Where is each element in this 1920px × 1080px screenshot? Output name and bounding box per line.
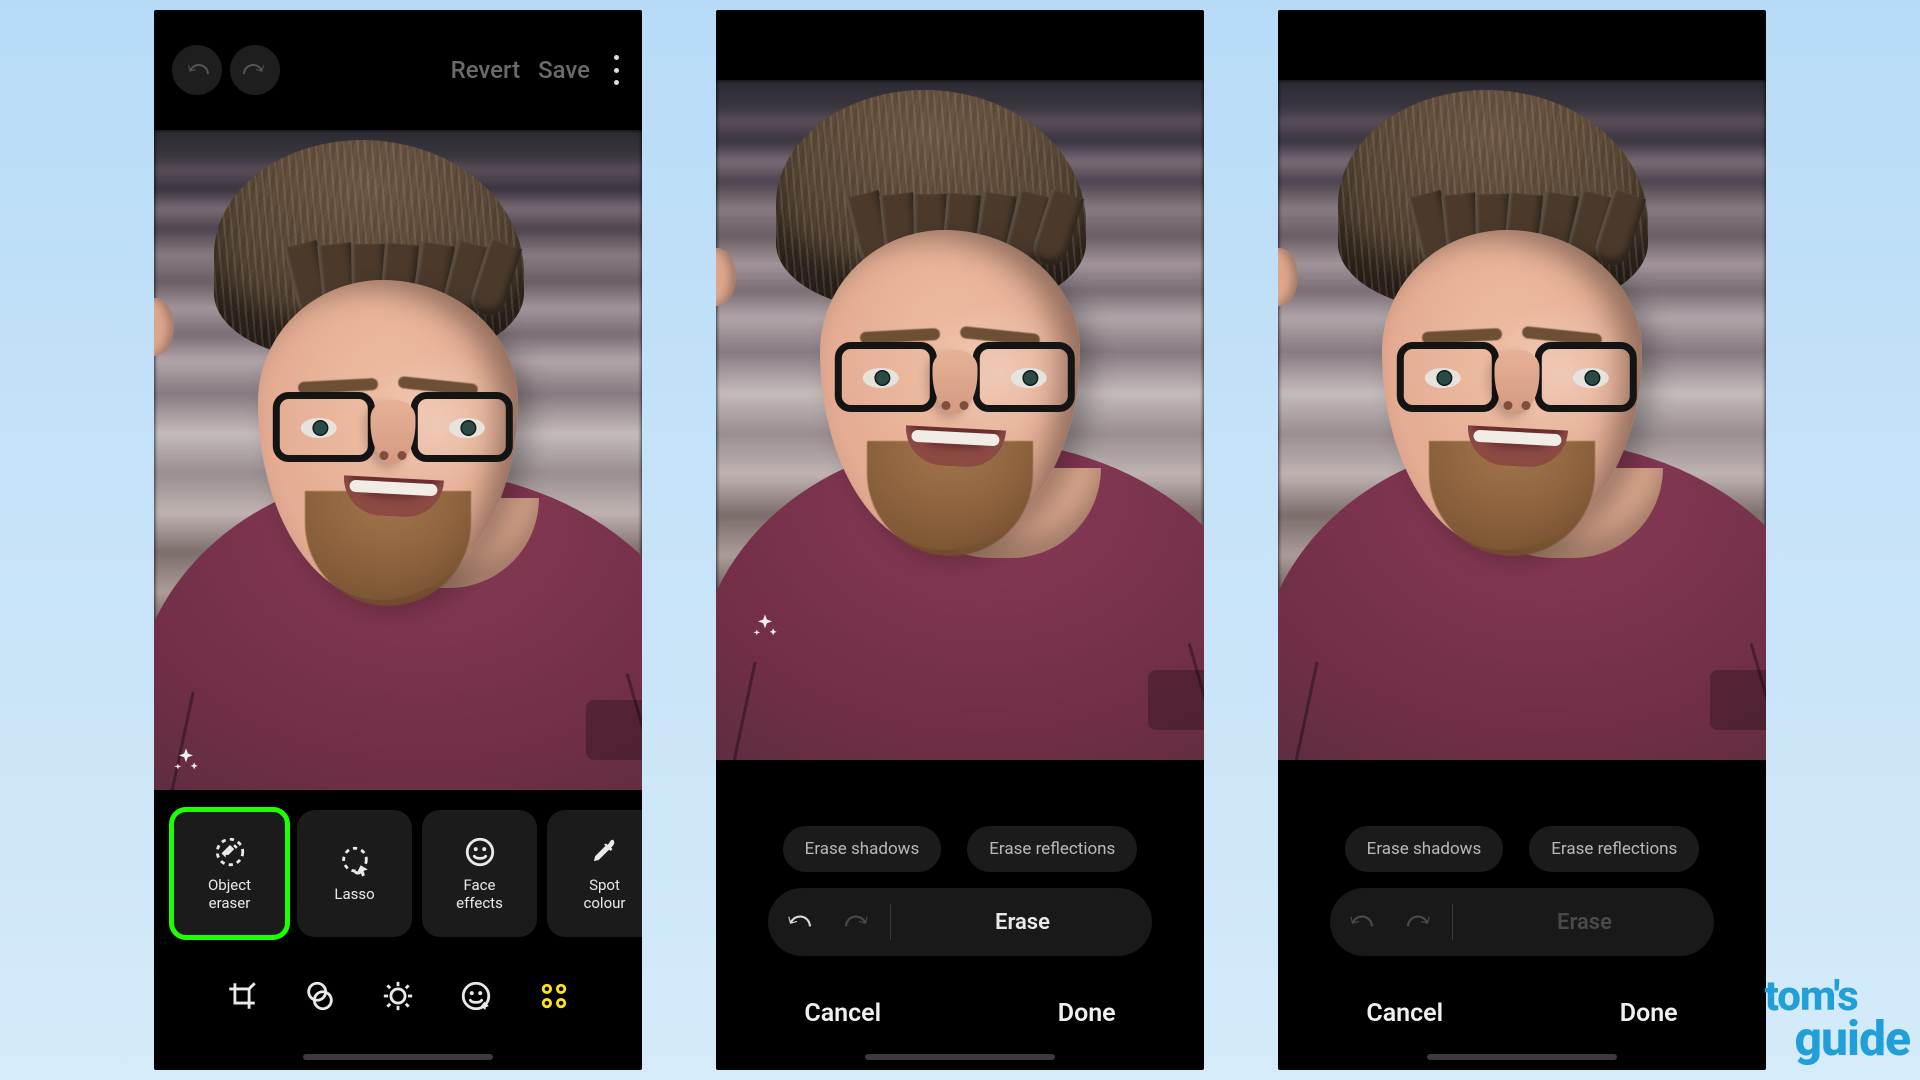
cancel-button[interactable]: Cancel bbox=[1366, 999, 1443, 1028]
photo-canvas[interactable] bbox=[716, 80, 1204, 760]
home-indicator[interactable] bbox=[865, 1054, 1055, 1060]
editor-topbar: Revert Save bbox=[154, 10, 642, 130]
screenshot-3: Erase shadows Erase reflections Erase Ca… bbox=[1278, 10, 1766, 1070]
tab-sticker[interactable] bbox=[459, 979, 493, 1017]
suggestion-chips: Erase shadows Erase reflections bbox=[716, 826, 1204, 872]
cancel-button[interactable]: Cancel bbox=[804, 999, 881, 1028]
chip-erase-shadows[interactable]: Erase shadows bbox=[1345, 826, 1504, 872]
watermark-logo: tom's guide bbox=[1764, 980, 1880, 1052]
chip-erase-reflections[interactable]: Erase reflections bbox=[1529, 826, 1699, 872]
filters-icon bbox=[303, 979, 337, 1013]
chip-erase-reflections[interactable]: Erase reflections bbox=[967, 826, 1137, 872]
tab-filters[interactable] bbox=[303, 979, 337, 1017]
undo-button[interactable] bbox=[172, 45, 222, 95]
adjust-icon bbox=[381, 979, 415, 1013]
crop-icon bbox=[225, 979, 259, 1013]
home-indicator[interactable] bbox=[303, 1054, 493, 1060]
ai-sparkle-icon bbox=[172, 746, 200, 774]
tool-face-effects[interactable]: Face effects bbox=[422, 810, 537, 937]
face-effects-icon bbox=[463, 835, 497, 869]
redo-button[interactable] bbox=[828, 888, 888, 956]
tab-apps[interactable] bbox=[537, 979, 571, 1017]
undo-button bbox=[1330, 888, 1390, 956]
tool-label: Lasso bbox=[334, 886, 374, 903]
revert-button[interactable]: Revert bbox=[451, 56, 520, 84]
tab-adjust[interactable] bbox=[381, 979, 415, 1017]
erase-button[interactable]: Erase bbox=[893, 910, 1152, 935]
editor-tabs bbox=[154, 966, 642, 1030]
save-button[interactable]: Save bbox=[538, 56, 590, 84]
action-pill: Erase bbox=[768, 888, 1152, 956]
undo-button[interactable] bbox=[768, 888, 828, 956]
home-indicator[interactable] bbox=[1427, 1054, 1617, 1060]
tool-label: Spot colour bbox=[584, 877, 626, 912]
tool-label: Face effects bbox=[456, 877, 503, 912]
screenshot-1: Revert Save bbox=[154, 10, 642, 1070]
spot-colour-icon bbox=[588, 835, 622, 869]
photo-canvas[interactable] bbox=[1278, 80, 1766, 760]
object-eraser-icon bbox=[213, 835, 247, 869]
redo-button[interactable] bbox=[230, 45, 280, 95]
action-pill: Erase bbox=[1330, 888, 1714, 956]
tool-object-eraser[interactable]: Object eraser bbox=[172, 810, 287, 937]
tool-label: Object eraser bbox=[208, 877, 251, 912]
lasso-icon bbox=[338, 844, 372, 878]
ai-sparkle-icon bbox=[751, 612, 779, 640]
chip-erase-shadows[interactable]: Erase shadows bbox=[783, 826, 942, 872]
redo-button bbox=[1390, 888, 1450, 956]
overflow-menu-button[interactable] bbox=[608, 55, 624, 85]
tool-spot-colour[interactable]: Spot colour bbox=[547, 810, 642, 937]
screenshot-2: Erase shadows Erase reflections Erase Ca… bbox=[716, 10, 1204, 1070]
done-button[interactable]: Done bbox=[1620, 999, 1678, 1028]
footer-actions: Cancel Done bbox=[716, 978, 1204, 1048]
suggestion-chips: Erase shadows Erase reflections bbox=[1278, 826, 1766, 872]
sticker-icon bbox=[459, 979, 493, 1013]
footer-actions: Cancel Done bbox=[1278, 978, 1766, 1048]
done-button[interactable]: Done bbox=[1058, 999, 1116, 1028]
tab-crop[interactable] bbox=[225, 979, 259, 1017]
photo-canvas[interactable] bbox=[154, 130, 642, 790]
tool-lasso[interactable]: Lasso bbox=[297, 810, 412, 937]
ai-tools-row: Object eraser Lasso Face effects Spot co… bbox=[172, 810, 638, 937]
erase-button: Erase bbox=[1455, 910, 1714, 935]
apps-icon bbox=[537, 979, 571, 1013]
